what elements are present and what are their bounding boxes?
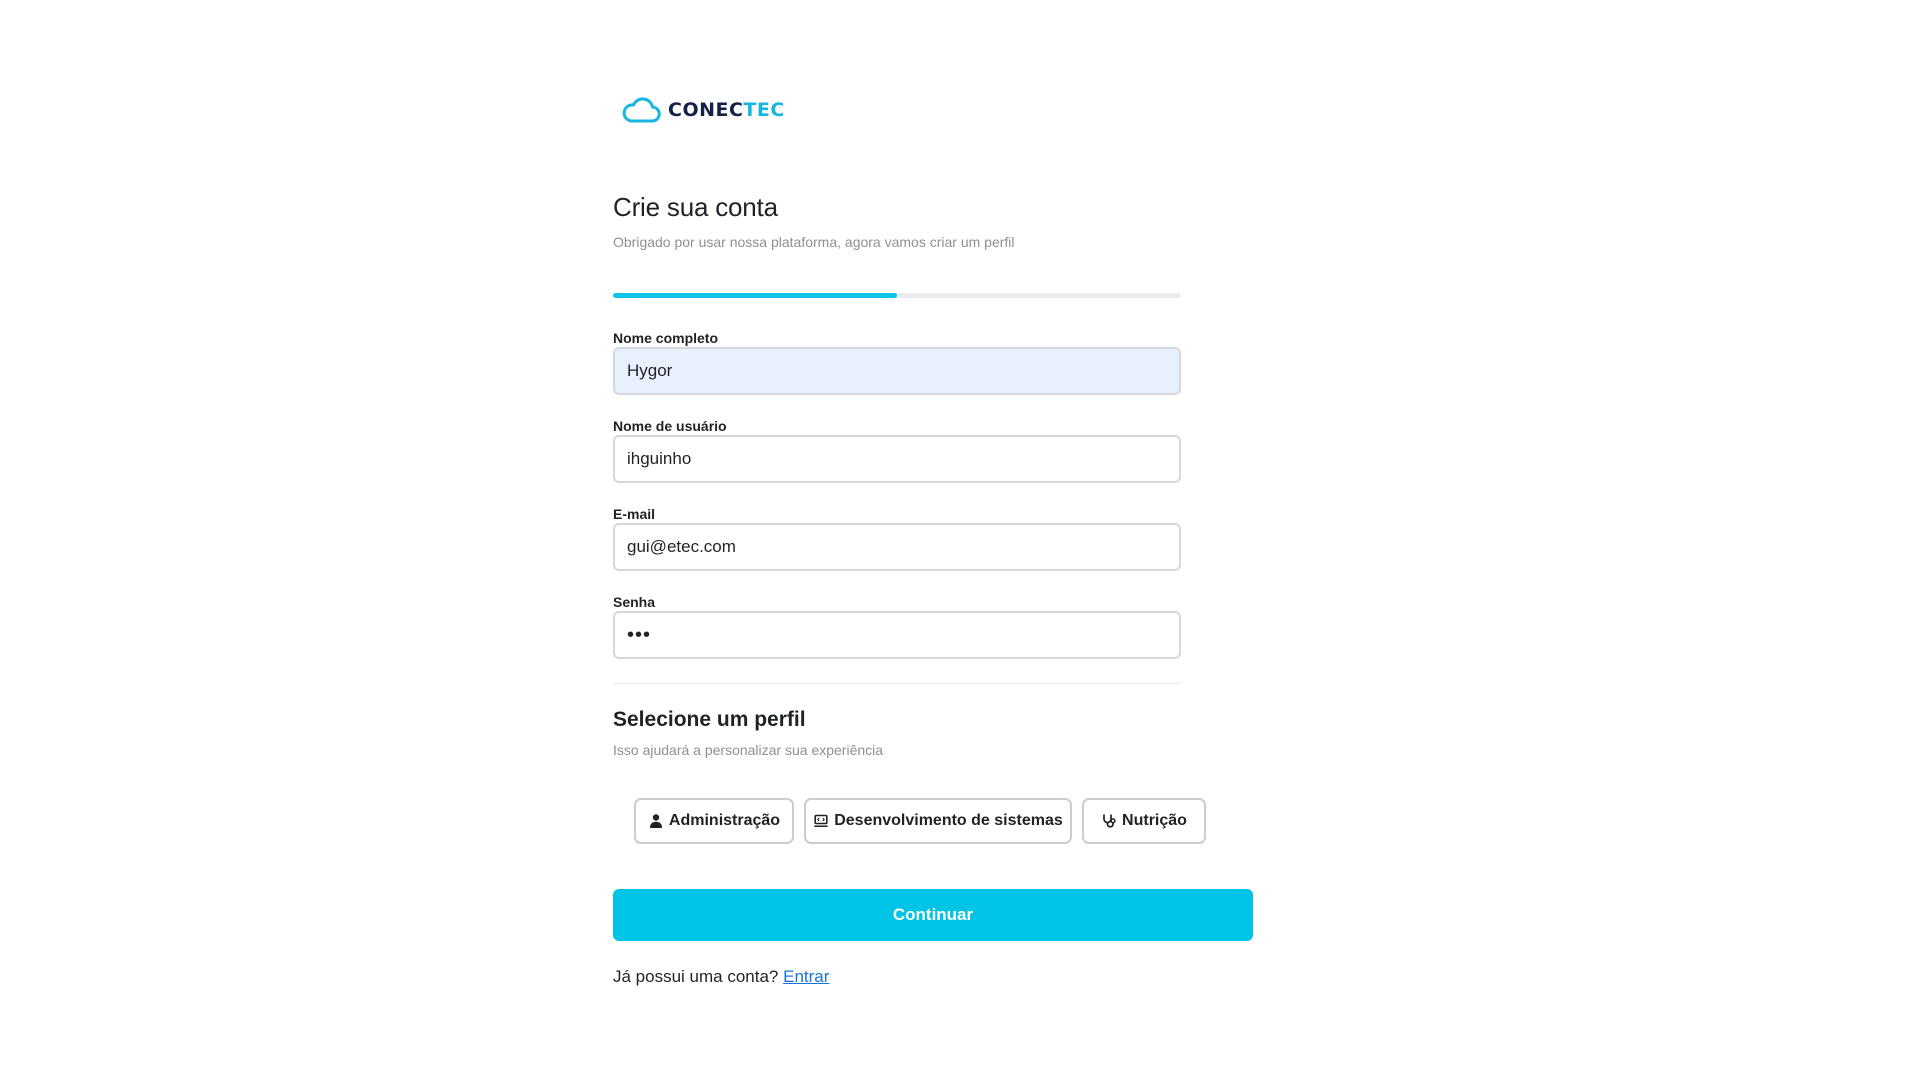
login-prompt-text: Já possui uma conta? [613,967,779,986]
username-label: Nome de usuário [613,418,727,434]
stethoscope-icon [1103,814,1116,828]
brand-name-part-1: CONEC [668,99,744,121]
full-name-label: Nome completo [613,330,719,346]
login-link[interactable]: Entrar [783,967,829,986]
continue-button[interactable]: Continuar [613,889,1253,941]
progress-bar-fill [613,293,897,298]
email-label: E-mail [613,506,656,522]
page-subtitle: Obrigado por usar nossa plataforma, agor… [613,234,1015,250]
profile-section-subtitle: Isso ajudará a personalizar sua experiên… [613,742,884,758]
password-label: Senha [613,594,656,610]
brand-name: CONECTEC [668,99,785,121]
page-title: Crie sua conta [613,192,778,222]
password-input[interactable] [613,611,1181,659]
laptop-code-icon [814,814,829,827]
signup-page: CONECTEC Crie sua conta Obrigado por usa… [0,0,1919,1078]
brand-logo: CONECTEC [620,92,785,128]
progress-bar [613,293,1181,298]
profile-option-label: Nutrição [1122,812,1187,829]
brand-name-part-2: TEC [743,99,785,121]
person-icon [649,814,662,828]
full-name-input[interactable] [613,347,1181,395]
email-input[interactable] [613,523,1181,571]
profile-option-label: Desenvolvimento de sistemas [834,812,1063,829]
profile-option-desenvolvimento[interactable]: Desenvolvimento de sistemas [804,798,1072,844]
login-prompt: Já possui uma conta? Entrar [613,967,829,987]
profile-option-label: Administração [668,812,781,829]
profile-option-administracao[interactable]: Administração [634,798,794,844]
section-divider [613,683,1181,684]
profile-option-nutricao[interactable]: Nutrição [1082,798,1206,844]
cloud-icon [622,97,661,123]
profile-section-title: Selecione um perfil [613,708,806,731]
username-input[interactable] [613,435,1181,483]
